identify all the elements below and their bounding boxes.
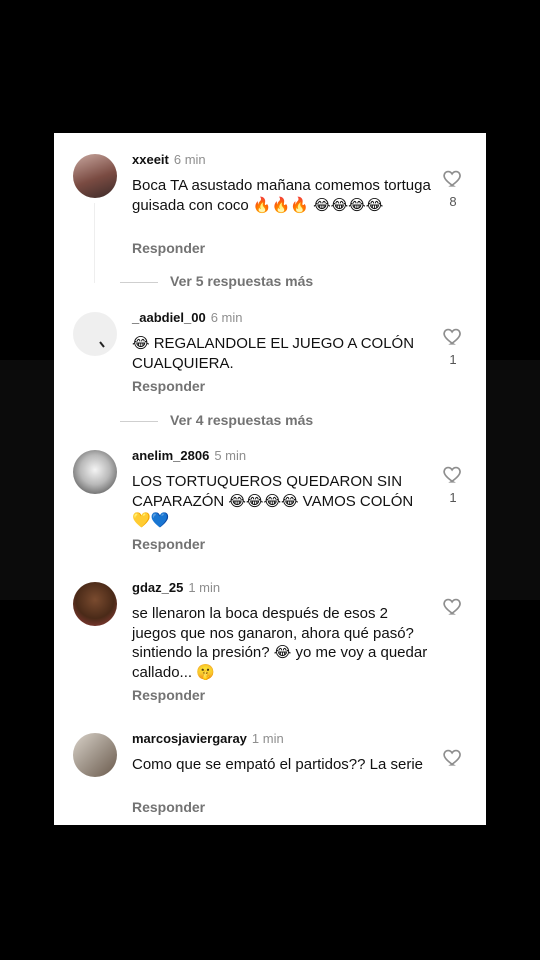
comment-text: Boca TA asustado mañana comemos tortuga … — [132, 177, 435, 214]
comment-text: 😂 REGALANDOLE EL JUEGO A COLÓN CUALQUIER… — [132, 335, 419, 372]
heart-icon[interactable] — [442, 167, 464, 189]
like-count: 1 — [449, 490, 457, 505]
comment-username[interactable]: marcosjaviergaray 1 min — [132, 731, 284, 746]
default-avatar-icon — [99, 341, 105, 348]
view-more-replies[interactable]: Ver 4 respuestas más — [120, 412, 313, 428]
heart-icon[interactable] — [442, 746, 464, 768]
comment-username[interactable]: anelim_2806 5 min — [132, 448, 246, 463]
avatar[interactable] — [73, 312, 117, 356]
comment-time: 1 min — [251, 731, 284, 746]
divider-line — [120, 281, 158, 283]
comment-text: Como que se empató el partidos?? La seri… — [132, 756, 424, 773]
comment-time: 6 min — [210, 310, 243, 325]
thread-line — [94, 203, 95, 283]
avatar[interactable] — [73, 733, 117, 777]
like-count: 8 — [449, 194, 457, 209]
like-count: 1 — [449, 352, 457, 367]
heart-icon[interactable] — [442, 463, 464, 485]
view-more-replies[interactable]: Ver 5 respuestas más — [120, 273, 313, 289]
reply-button[interactable]: Responder — [132, 687, 205, 703]
heart-icon[interactable] — [442, 595, 464, 617]
comment-time: 5 min — [214, 448, 247, 463]
reply-button[interactable]: Responder — [132, 378, 205, 394]
comment-username[interactable]: xxeeit 6 min — [132, 152, 206, 167]
avatar[interactable] — [73, 450, 117, 494]
comment-username[interactable]: _aabdiel_00 6 min — [132, 310, 243, 325]
comment-time: 1 min — [188, 580, 221, 595]
avatar[interactable] — [73, 582, 117, 626]
comments-panel: xxeeit 6 min Boca TA asustado mañana come… — [54, 133, 486, 825]
comment-text: LOS TORTUQUEROS QUEDARON SIN CAPARAZÓN 😂… — [132, 473, 418, 529]
comment-username[interactable]: gdaz_25 1 min — [132, 580, 220, 595]
reply-button[interactable]: Responder — [132, 240, 205, 256]
reply-button[interactable]: Responder — [132, 536, 205, 552]
avatar[interactable] — [73, 154, 117, 198]
reply-button[interactable]: Responder — [132, 799, 205, 815]
comment-text: se llenaron la boca después de esos 2 ju… — [132, 605, 432, 681]
comment-time: 6 min — [173, 152, 206, 167]
heart-icon[interactable] — [442, 325, 464, 347]
divider-line — [120, 420, 158, 422]
